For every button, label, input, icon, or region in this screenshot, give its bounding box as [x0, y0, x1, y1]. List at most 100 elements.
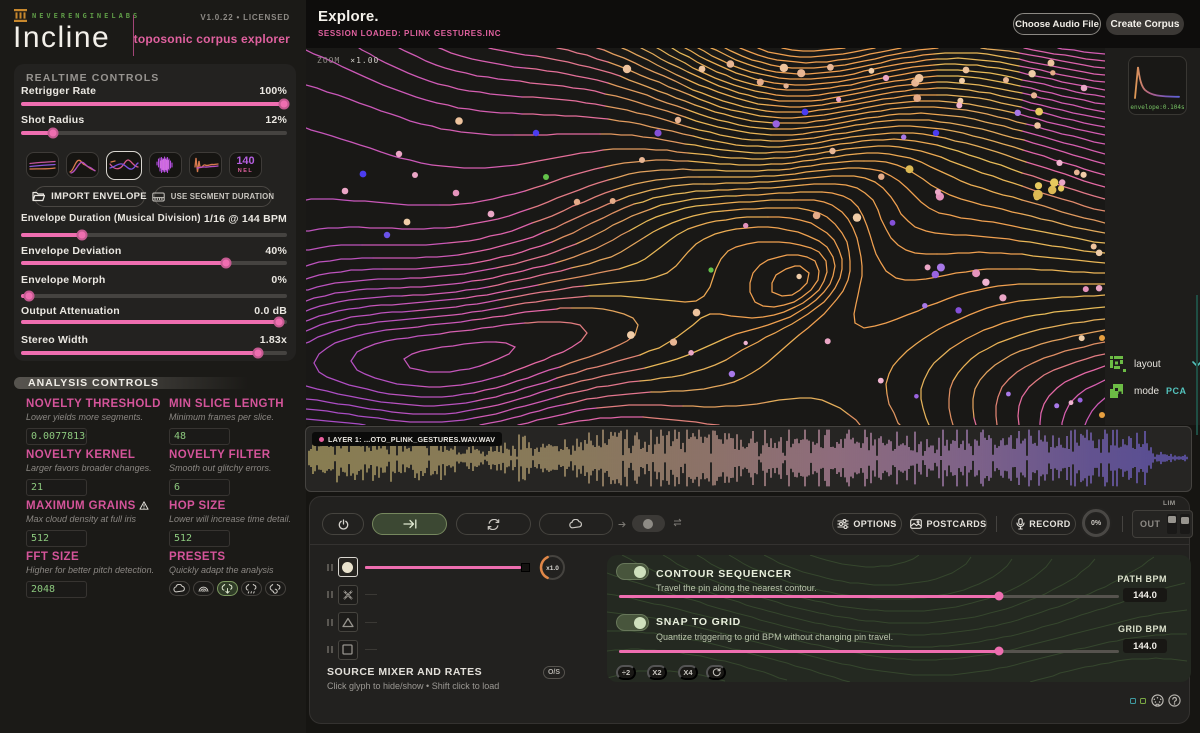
slider-knob[interactable]	[279, 99, 290, 110]
corpus-point[interactable]	[1035, 182, 1042, 189]
preset-rain[interactable]	[241, 581, 262, 596]
corpus-point[interactable]	[360, 171, 367, 178]
corpus-point[interactable]	[455, 117, 463, 125]
corpus-point[interactable]	[869, 68, 875, 74]
corpus-point[interactable]	[610, 198, 616, 204]
options-button[interactable]: OPTIONS	[832, 513, 902, 535]
corpus-point[interactable]	[999, 294, 1006, 301]
field-input[interactable]: 0.007781305	[26, 428, 87, 445]
preset-wind[interactable]	[265, 581, 286, 596]
slider-knob[interactable]	[220, 258, 231, 269]
corpus-point[interactable]	[543, 174, 549, 180]
slider-track[interactable]	[21, 320, 287, 324]
slider-track[interactable]	[21, 351, 287, 355]
field-input[interactable]: 48	[169, 428, 230, 445]
corpus-point[interactable]	[654, 129, 661, 136]
corpus-point[interactable]	[757, 79, 764, 86]
rate-slider-handle[interactable]	[521, 563, 530, 572]
corpus-point[interactable]	[959, 78, 965, 84]
bpm-slider-knob[interactable]	[995, 647, 1004, 656]
mult-X2[interactable]: X2	[647, 665, 667, 680]
corpus-point[interactable]	[937, 264, 945, 272]
use-segment-duration-button[interactable]: USE SEGMENT DURATION	[154, 186, 272, 207]
corpus-point[interactable]	[783, 83, 788, 88]
power-button[interactable]	[322, 513, 364, 535]
corpus-point[interactable]	[1091, 244, 1097, 250]
glyph-triangle[interactable]	[338, 612, 358, 632]
corpus-point[interactable]	[744, 341, 748, 345]
corpus-point[interactable]	[623, 65, 631, 73]
corpus-point[interactable]	[878, 174, 884, 180]
corpus-point[interactable]	[922, 303, 927, 308]
envelope-shape-2[interactable]	[66, 152, 99, 178]
corpus-point[interactable]	[453, 190, 460, 197]
corpus-point[interactable]	[914, 394, 919, 399]
envelope-shape-3[interactable]	[106, 151, 142, 180]
corpus-point[interactable]	[955, 307, 961, 313]
corpus-point[interactable]	[1028, 70, 1035, 77]
corpus-map[interactable]: ZOOM×1.00	[306, 48, 1105, 425]
postcards-button[interactable]: POSTCARDS	[910, 513, 987, 535]
corpus-point[interactable]	[384, 232, 390, 238]
corpus-point[interactable]	[1096, 250, 1103, 257]
slider-knob[interactable]	[274, 317, 285, 328]
corpus-point[interactable]	[708, 267, 713, 272]
corpus-point[interactable]	[932, 271, 939, 278]
corpus-point[interactable]	[829, 148, 835, 154]
layout-control[interactable]: layout	[1109, 355, 1200, 373]
corpus-point[interactable]	[913, 94, 921, 102]
corpus-point[interactable]	[533, 130, 539, 136]
rate-dial[interactable]: x1.0	[539, 554, 566, 581]
layer-badge[interactable]: LAYER 1: ...OTO_PLINK_GESTURES.WAV.WAV	[312, 432, 502, 446]
waveform-panel[interactable]: LAYER 1: ...OTO_PLINK_GESTURES.WAV.WAV	[305, 426, 1192, 492]
corpus-point[interactable]	[670, 339, 677, 346]
corpus-point[interactable]	[935, 189, 941, 195]
glyph-circle[interactable]	[338, 557, 358, 577]
glyph-square[interactable]	[338, 640, 358, 660]
corpus-point[interactable]	[729, 371, 735, 377]
output-fader[interactable]	[1167, 514, 1177, 534]
import-envelope-button[interactable]: IMPORT ENVELOPE	[34, 186, 145, 207]
mix-knob[interactable]: 0%	[1082, 509, 1110, 537]
seq-toggle[interactable]	[616, 614, 649, 631]
envelope-shape-1[interactable]	[26, 152, 59, 178]
view-b-icon[interactable]	[1140, 698, 1146, 704]
limiter-fader[interactable]	[1180, 514, 1190, 534]
slider-knob[interactable]	[23, 290, 34, 301]
help-icon[interactable]	[1168, 694, 1181, 707]
corpus-point[interactable]	[412, 172, 418, 178]
slider-knob[interactable]	[77, 230, 88, 241]
corpus-point[interactable]	[853, 213, 861, 221]
reset-rate-button[interactable]	[706, 665, 726, 680]
envelope-shape-4[interactable]	[149, 152, 182, 178]
field-input[interactable]: 512	[26, 530, 87, 547]
corpus-point[interactable]	[1079, 335, 1085, 341]
midi-icon[interactable]	[1151, 694, 1164, 707]
mult-X4[interactable]: X4	[678, 665, 698, 680]
envelope-shape-5[interactable]	[189, 152, 222, 178]
corpus-point[interactable]	[1003, 77, 1009, 83]
corpus-point[interactable]	[675, 117, 681, 123]
slider-track[interactable]	[21, 233, 287, 237]
corpus-point[interactable]	[1083, 286, 1089, 292]
loop-button[interactable]	[456, 513, 531, 535]
corpus-point[interactable]	[796, 274, 801, 279]
corpus-point[interactable]	[1006, 392, 1011, 397]
choose-audio-file-button[interactable]: Choose Audio File	[1013, 13, 1101, 35]
slider-knob[interactable]	[252, 347, 263, 358]
bpm-value-box[interactable]: 144.0	[1123, 588, 1167, 602]
oversample-badge[interactable]: O/S	[543, 666, 565, 679]
preset-fog[interactable]	[193, 581, 214, 596]
glyph-cross[interactable]	[338, 585, 358, 605]
seq-toggle[interactable]	[616, 563, 649, 580]
corpus-point[interactable]	[1074, 170, 1080, 176]
bpm-value-box[interactable]: 144.0	[1123, 639, 1167, 653]
slider-knob[interactable]	[47, 127, 58, 138]
corpus-point[interactable]	[1035, 108, 1043, 116]
corpus-point[interactable]	[813, 212, 821, 220]
corpus-point[interactable]	[982, 279, 989, 286]
corpus-point[interactable]	[915, 74, 924, 83]
mini-toggle[interactable]	[632, 515, 665, 532]
corpus-point[interactable]	[404, 219, 411, 226]
corpus-point[interactable]	[743, 223, 748, 228]
